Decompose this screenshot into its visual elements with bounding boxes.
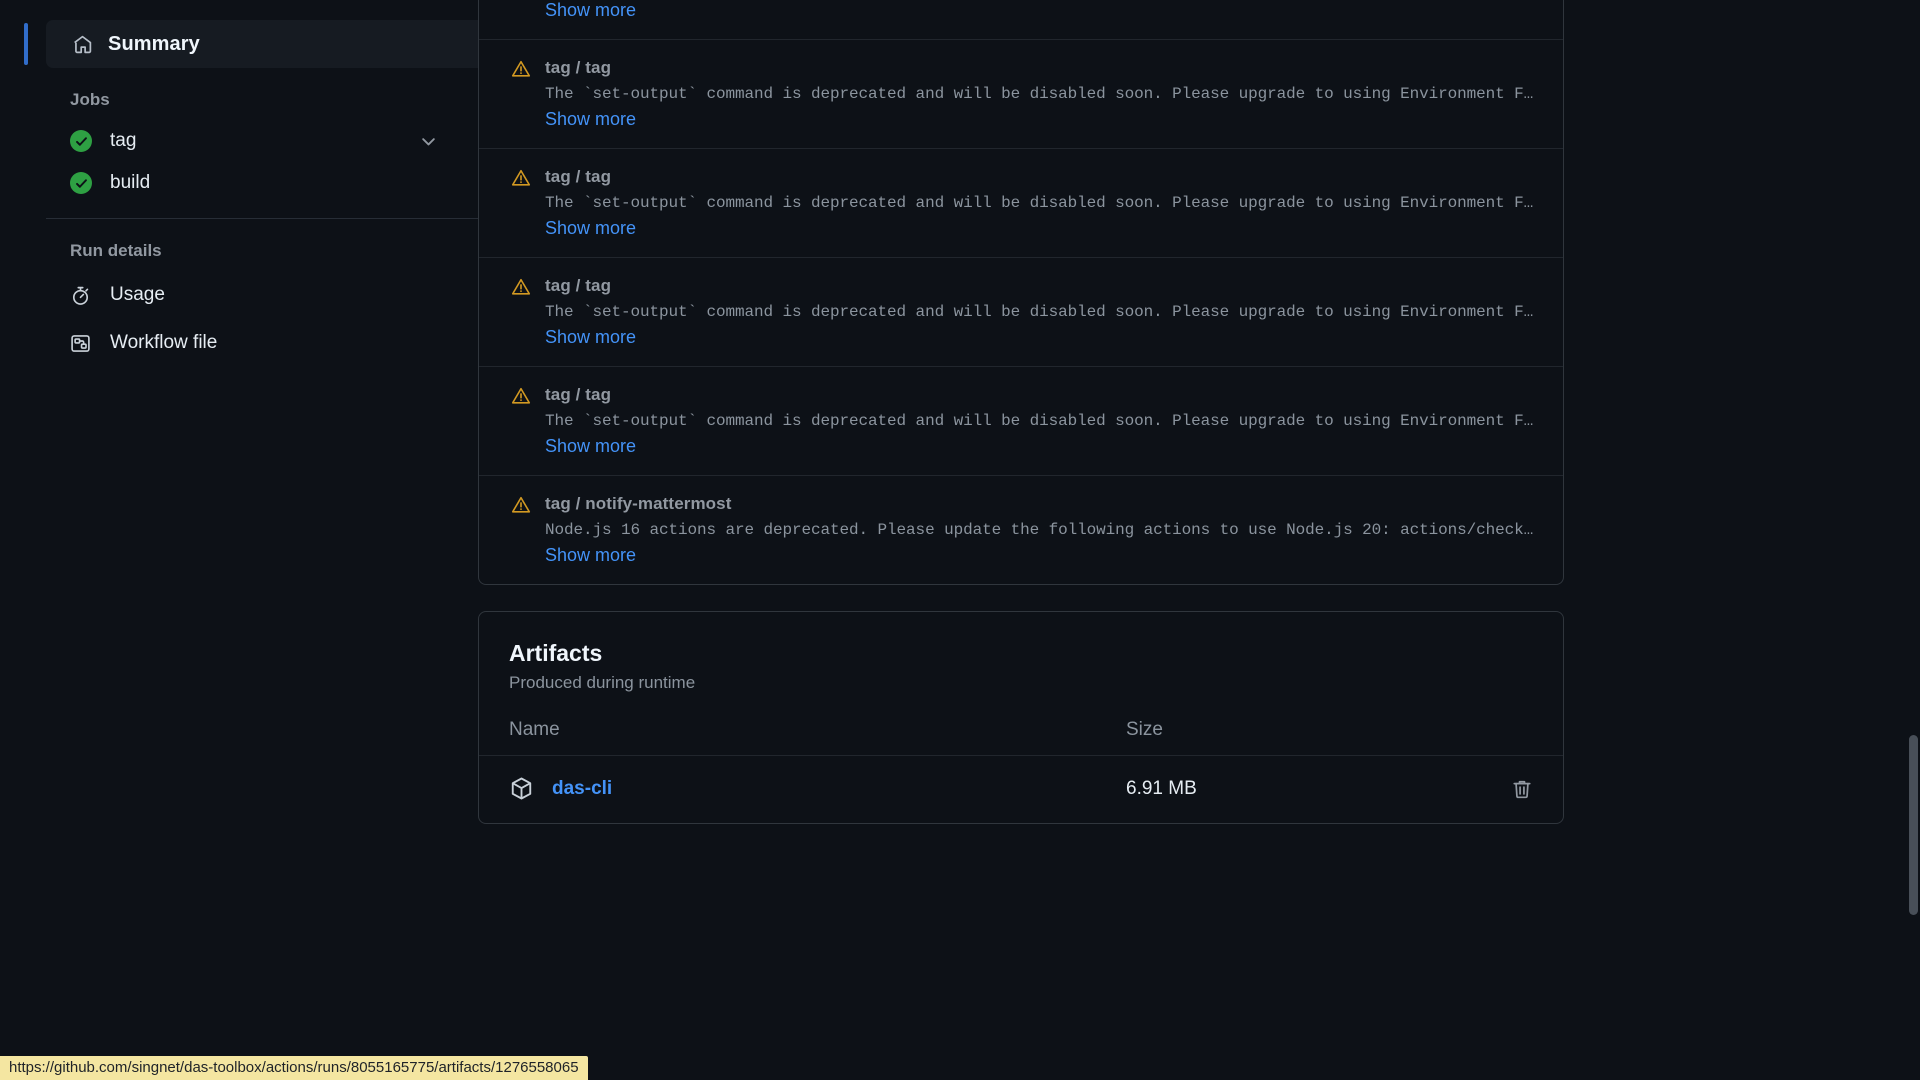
artifact-download-link[interactable]: das-cli xyxy=(552,778,612,800)
warning-icon xyxy=(511,59,531,79)
page-scrollbar[interactable] xyxy=(1906,0,1920,1080)
scrollbar-thumb[interactable] xyxy=(1909,735,1918,915)
sidebar-item-job-tag[interactable]: tag xyxy=(24,120,468,162)
trash-icon[interactable] xyxy=(1511,778,1533,800)
check-circle-icon xyxy=(70,130,92,152)
main-content: Show more tag / tag The `set-output` com… xyxy=(478,0,1920,1080)
annotation-message: The `set-output` command is deprecated a… xyxy=(545,303,1539,321)
annotation-title: tag / tag xyxy=(545,385,612,404)
annotation-title: tag / tag xyxy=(545,276,612,295)
home-icon xyxy=(72,34,94,55)
run-detail-label: Workflow file xyxy=(110,332,218,353)
sidebar-item-label: Summary xyxy=(108,32,200,55)
show-more-link[interactable]: Show more xyxy=(545,0,636,21)
job-name-label: tag xyxy=(110,130,137,151)
package-icon xyxy=(509,776,534,801)
annotations-card: Show more tag / tag The `set-output` com… xyxy=(478,0,1564,585)
run-details-section-title: Run details xyxy=(70,241,162,260)
annotation-title: tag / tag xyxy=(545,58,612,77)
annotation-message: Node.js 16 actions are deprecated. Pleas… xyxy=(545,521,1539,539)
chevron-down-icon[interactable] xyxy=(419,132,438,151)
annotation-row: tag / tag The `set-output` command is de… xyxy=(479,366,1563,475)
sidebar-item-usage[interactable]: Usage xyxy=(24,271,468,319)
active-indicator xyxy=(24,23,28,65)
annotation-row: Show more xyxy=(479,0,1563,39)
annotation-row: tag / tag The `set-output` command is de… xyxy=(479,257,1563,366)
annotation-row: tag / notify-mattermost Node.js 16 actio… xyxy=(479,475,1563,584)
show-more-link[interactable]: Show more xyxy=(545,327,636,348)
workflow-file-icon xyxy=(70,333,96,354)
show-more-link[interactable]: Show more xyxy=(545,109,636,130)
annotation-title: tag / tag xyxy=(545,167,612,186)
artifacts-table: Name Size das-cli 6.91 MB xyxy=(479,719,1563,823)
warning-icon xyxy=(511,277,531,297)
sidebar: Summary Jobs tag build Run details Usage… xyxy=(0,0,489,1080)
job-name-label: build xyxy=(110,172,151,193)
column-header-name: Name xyxy=(509,719,560,740)
artifacts-table-header: Name Size xyxy=(479,719,1563,756)
artifact-size: 6.91 MB xyxy=(1126,777,1197,799)
show-more-link[interactable]: Show more xyxy=(545,436,636,457)
workflow-run-page: Summary Jobs tag build Run details Usage… xyxy=(0,0,1920,1080)
table-row: das-cli 6.91 MB xyxy=(479,756,1563,823)
artifacts-title: Artifacts xyxy=(509,640,603,666)
show-more-link[interactable]: Show more xyxy=(545,218,636,239)
sidebar-item-job-build[interactable]: build xyxy=(24,162,468,204)
annotation-message: The `set-output` command is deprecated a… xyxy=(545,85,1539,103)
warning-icon xyxy=(511,386,531,406)
artifacts-subtitle: Produced during runtime xyxy=(509,673,696,692)
annotation-message: The `set-output` command is deprecated a… xyxy=(545,194,1539,212)
check-circle-icon xyxy=(70,172,92,194)
artifacts-card: Artifacts Produced during runtime Name S… xyxy=(478,611,1564,824)
sidebar-item-summary[interactable]: Summary xyxy=(24,20,489,68)
stopwatch-icon xyxy=(70,285,96,306)
jobs-section-title: Jobs xyxy=(70,90,110,109)
annotation-row: tag / tag The `set-output` command is de… xyxy=(479,39,1563,148)
annotation-title: tag / notify-mattermost xyxy=(545,494,732,513)
column-header-size: Size xyxy=(1126,719,1163,740)
annotation-row: tag / tag The `set-output` command is de… xyxy=(479,148,1563,257)
browser-status-bar-url: https://github.com/singnet/das-toolbox/a… xyxy=(0,1056,588,1080)
warning-icon xyxy=(511,168,531,188)
run-detail-label: Usage xyxy=(110,284,165,305)
annotation-message: The `set-output` command is deprecated a… xyxy=(545,412,1539,430)
show-more-link[interactable]: Show more xyxy=(545,545,636,566)
warning-icon xyxy=(511,495,531,515)
sidebar-item-workflow-file[interactable]: Workflow file xyxy=(24,319,468,367)
